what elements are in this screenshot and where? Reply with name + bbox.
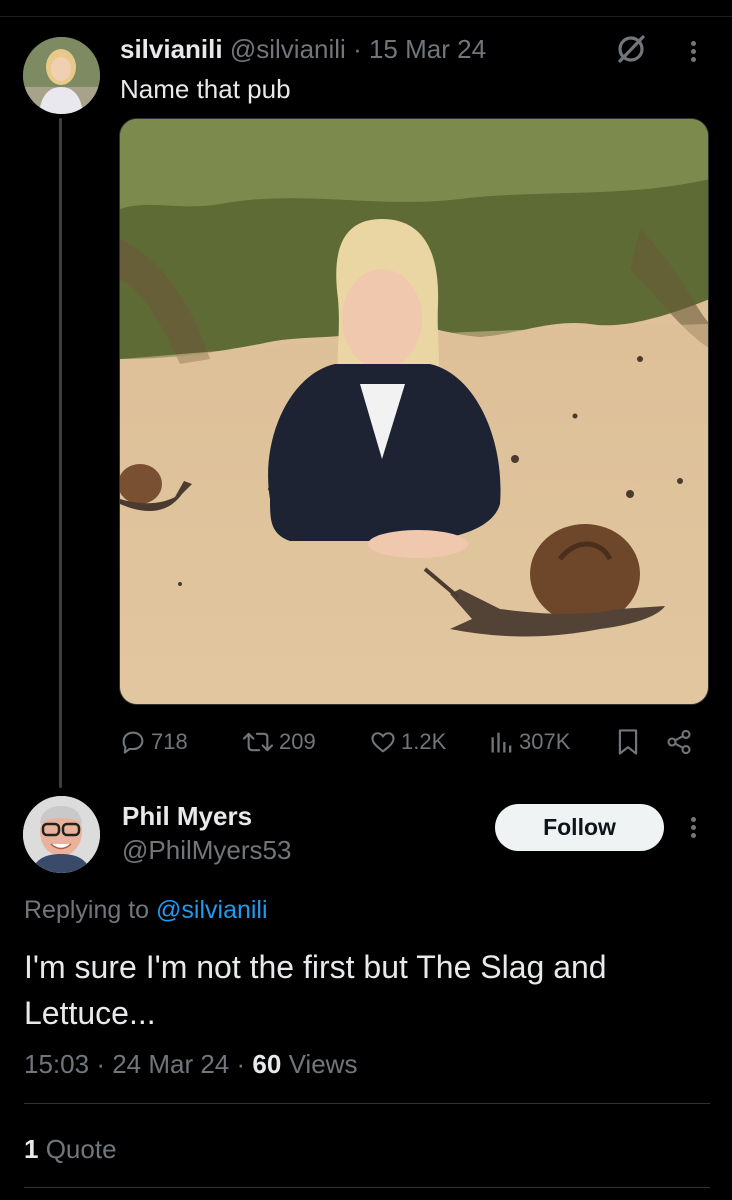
top-divider	[0, 16, 732, 17]
like-count: 1.2K	[401, 729, 447, 754]
follow-button[interactable]: Follow	[495, 804, 664, 851]
like-button[interactable]: 1.2K	[369, 724, 446, 760]
tweet-header: silvianili @silvianili · 15 Mar 24	[120, 34, 486, 64]
bookmark-button[interactable]	[614, 724, 642, 760]
avatar[interactable]	[23, 37, 100, 114]
reply-text: I'm sure I'm not the first but The Slag …	[24, 949, 607, 1031]
reply-count: 718	[151, 729, 188, 754]
views-icon	[491, 732, 512, 753]
quote-count: 1	[24, 1134, 39, 1164]
reply-icon	[122, 731, 144, 754]
repost-count: 209	[279, 729, 316, 754]
reply-avatar[interactable]	[23, 796, 100, 873]
reply-date[interactable]: 24 Mar 24	[112, 1049, 229, 1079]
tweet-date[interactable]: 15 Mar 24	[369, 34, 486, 64]
replying-to-mention[interactable]: @silvianili	[156, 896, 268, 924]
tweet-actions-bar: 718 209 1.2K 307K	[119, 724, 709, 760]
share-icon	[667, 729, 691, 755]
bookmark-icon	[618, 729, 638, 755]
separator-dot: ·	[353, 34, 362, 64]
reply-views-count: 60	[252, 1049, 282, 1079]
reply-author-name[interactable]: Phil Myers	[122, 800, 252, 832]
views-button[interactable]: 307K	[489, 724, 570, 760]
more-icon[interactable]	[682, 38, 704, 68]
reply-button[interactable]: 718	[119, 724, 188, 760]
tweet-media-image[interactable]	[119, 118, 709, 705]
reply-meta: 15:03 · 24 Mar 24 · 60 Views	[24, 1047, 357, 1081]
divider	[24, 1103, 710, 1104]
reply-time[interactable]: 15:03	[24, 1049, 89, 1079]
quote-label: Quote	[45, 1134, 117, 1164]
author-handle[interactable]: @silvianili	[230, 34, 346, 64]
author-name[interactable]: silvianili	[120, 34, 223, 64]
grok-icon[interactable]	[614, 32, 648, 66]
views-count: 307K	[519, 729, 571, 754]
share-button[interactable]	[665, 724, 693, 760]
thread-connector-line	[59, 118, 62, 788]
replying-prefix: Replying to	[24, 896, 157, 924]
repost-button[interactable]: 209	[241, 724, 316, 760]
like-icon	[371, 732, 395, 753]
divider	[24, 1187, 710, 1188]
reply-author-handle[interactable]: @PhilMyers53	[122, 834, 291, 866]
separator-dot: ·	[96, 1049, 113, 1079]
repost-icon	[242, 732, 274, 752]
separator-dot: ·	[236, 1049, 253, 1079]
more-icon[interactable]	[682, 814, 704, 844]
reply-views-label: Views	[288, 1049, 358, 1079]
replying-to: Replying to @silvianili	[24, 894, 268, 926]
tweet-text: Name that pub	[120, 74, 291, 104]
quotes-link[interactable]: 1 Quote	[24, 1132, 117, 1166]
